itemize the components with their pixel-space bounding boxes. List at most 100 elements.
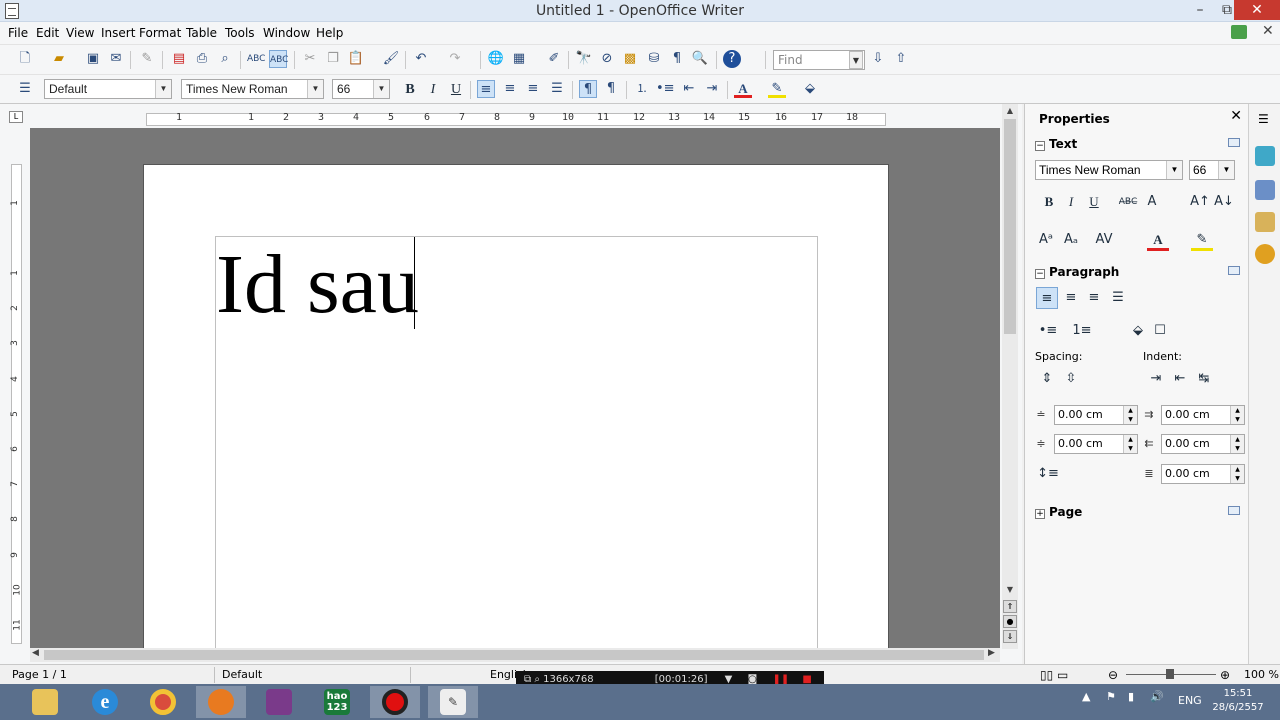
font-color-icon[interactable]: A <box>734 80 752 98</box>
chevron-down-icon[interactable]: ▼ <box>373 80 389 98</box>
help-icon[interactable]: ? <box>723 50 741 68</box>
table-icon[interactable]: ▦ <box>510 50 528 68</box>
draw-functions-icon[interactable]: ✐ <box>545 50 563 68</box>
sidebar-align-center-icon[interactable]: ≡ <box>1060 287 1082 309</box>
decrease-indent-icon[interactable]: ⇤ <box>680 80 698 98</box>
scrollbar-thumb[interactable] <box>1004 119 1016 334</box>
underline-button[interactable]: U <box>446 80 466 100</box>
cut-icon[interactable]: ✂ <box>301 50 319 68</box>
taskbar-file-explorer[interactable] <box>20 686 70 718</box>
paragraph-style-combo[interactable]: Default ▼ <box>44 79 172 99</box>
sidebar-bullets-icon[interactable]: •≡ <box>1037 320 1059 342</box>
menu-insert[interactable]: Insert <box>101 26 135 40</box>
volume-icon[interactable]: 🔊 <box>1150 690 1164 703</box>
justify-icon[interactable]: ☰ <box>548 80 566 98</box>
input-language[interactable]: ENG <box>1178 694 1202 707</box>
find-dropdown-icon[interactable]: ▼ <box>849 51 863 69</box>
edit-file-icon[interactable]: ✎ <box>138 50 156 68</box>
chevron-down-icon[interactable]: ▼ <box>307 80 323 98</box>
page-style[interactable]: Default <box>222 668 262 681</box>
action-center-icon[interactable]: ⚑ <box>1106 690 1116 703</box>
document-page[interactable]: Id sau <box>143 164 889 648</box>
menu-file[interactable]: File <box>8 26 28 40</box>
strikethrough-icon[interactable]: A̶B̶C̶ <box>1117 191 1139 213</box>
bullets-icon[interactable]: •≡ <box>656 80 675 98</box>
highlighting-icon[interactable]: ✎ <box>768 80 786 98</box>
taskbar-recorder[interactable] <box>370 686 420 718</box>
menu-tools[interactable]: Tools <box>225 26 255 40</box>
spinner-arrows-icon[interactable]: ▲ ▼ <box>1230 435 1244 453</box>
align-left-icon[interactable]: ≡ <box>477 80 495 98</box>
properties-deck-icon[interactable] <box>1255 146 1275 166</box>
autospellcheck-icon[interactable]: ABC <box>269 50 288 68</box>
taskbar-chrome[interactable] <box>138 686 188 718</box>
more-options-icon[interactable] <box>1228 266 1240 275</box>
vertical-scrollbar[interactable]: ▲ ▼ <box>1002 104 1018 649</box>
scrollbar-thumb[interactable] <box>44 650 984 660</box>
clone-formatting-icon[interactable]: 🖌 <box>382 50 400 68</box>
sidebar-align-right-icon[interactable]: ≡ <box>1083 287 1105 309</box>
new-document-icon[interactable]: 🗋 <box>16 50 34 68</box>
italic-button[interactable]: I <box>423 80 443 100</box>
bold-button[interactable]: B <box>400 80 420 100</box>
previous-page-icon[interactable]: ⇑ <box>1003 600 1017 613</box>
sidebar-font-size-combo[interactable]: 66 ▼ <box>1189 160 1235 180</box>
scroll-right-icon[interactable]: ▶ <box>988 648 995 658</box>
text-section-header[interactable]: − Text <box>1035 137 1077 151</box>
paragraph-section-header[interactable]: − Paragraph <box>1035 265 1119 279</box>
styles-deck-icon[interactable] <box>1255 180 1275 200</box>
font-name-combo[interactable]: Times New Roman ▼ <box>181 79 324 99</box>
formatting-marks-icon[interactable]: ¶ <box>668 50 686 68</box>
sidebar-font-name-combo[interactable]: Times New Roman ▼ <box>1035 160 1183 180</box>
sidebar-justify-icon[interactable]: ☰ <box>1107 287 1129 309</box>
scroll-left-icon[interactable]: ◀ <box>32 648 39 658</box>
zoom-level[interactable]: 100 % <box>1244 668 1279 681</box>
menu-help[interactable]: Help <box>316 26 343 40</box>
horizontal-scrollbar[interactable]: ◀ ▶ <box>30 648 1000 662</box>
right-to-left-icon[interactable]: ¶ <box>602 80 620 98</box>
email-icon[interactable]: ✉ <box>107 50 125 68</box>
close-button[interactable]: ✕ <box>1234 0 1280 20</box>
font-size-combo[interactable]: 66 ▼ <box>332 79 390 99</box>
numbering-icon[interactable]: ⒈ <box>633 80 651 98</box>
paste-icon[interactable]: 📋 <box>347 50 365 68</box>
increase-indent-icon[interactable]: ⇥ <box>703 80 721 98</box>
open-folder-icon[interactable]: ▰ <box>50 50 68 68</box>
text-boundaries[interactable]: Id sau <box>215 236 818 648</box>
more-options-icon[interactable] <box>1228 138 1240 147</box>
data-sources-icon[interactable]: ⛁ <box>645 50 663 68</box>
paragraph-background-icon[interactable]: ⬙ <box>1127 320 1149 342</box>
sidebar-font-color-icon[interactable]: A <box>1147 229 1169 251</box>
border-icon[interactable]: ☐ <box>1149 320 1171 342</box>
export-pdf-icon[interactable]: ▤ <box>170 50 188 68</box>
menu-window[interactable]: Window <box>263 26 310 40</box>
document-text[interactable]: Id sau <box>216 239 419 331</box>
navigator-deck-icon[interactable] <box>1255 244 1275 264</box>
increase-spacing-icon[interactable]: ⇕ <box>1036 368 1058 390</box>
sidebar-numbering-icon[interactable]: 1≡ <box>1071 320 1093 342</box>
before-indent-spinner[interactable]: 0.00 cm ▲ ▼ <box>1161 405 1245 425</box>
sidebar-italic-button[interactable]: I <box>1060 191 1082 213</box>
view-layout-icon[interactable]: ▯▯ ▭ <box>1040 668 1068 682</box>
taskbar-hao123[interactable]: hao 123 <box>312 686 362 718</box>
decrease-spacing-icon[interactable]: ⇳ <box>1060 368 1082 390</box>
spinner-arrows-icon[interactable]: ▲ ▼ <box>1123 406 1137 424</box>
gallery-deck-icon[interactable] <box>1255 212 1275 232</box>
line-spacing-icon[interactable]: ↕≡ <box>1037 463 1059 485</box>
sidebar-bold-button[interactable]: B <box>1038 191 1060 213</box>
gallery-icon[interactable]: ▩ <box>621 50 639 68</box>
after-indent-spinner[interactable]: 0.00 cm ▲ ▼ <box>1161 434 1245 454</box>
styles-formatting-icon[interactable]: ☰ <box>16 80 34 98</box>
character-spacing-icon[interactable]: AV <box>1093 229 1115 251</box>
update-available-icon[interactable] <box>1231 25 1247 39</box>
hyperlink-icon[interactable]: 🌐 <box>487 50 505 68</box>
subscript-icon[interactable]: Aₐ <box>1060 229 1082 251</box>
taskbar-winrar[interactable] <box>254 686 304 718</box>
taskbar-internet-explorer[interactable]: e <box>80 686 130 718</box>
next-page-icon[interactable]: ⇓ <box>1003 630 1017 643</box>
more-options-icon[interactable] <box>1228 506 1240 515</box>
superscript-icon[interactable]: Aᵃ <box>1035 229 1057 251</box>
increase-font-icon[interactable]: A↑ <box>1189 191 1211 213</box>
sidebar-align-left-icon[interactable]: ≡ <box>1036 287 1058 309</box>
taskbar-firefox[interactable] <box>196 686 246 718</box>
